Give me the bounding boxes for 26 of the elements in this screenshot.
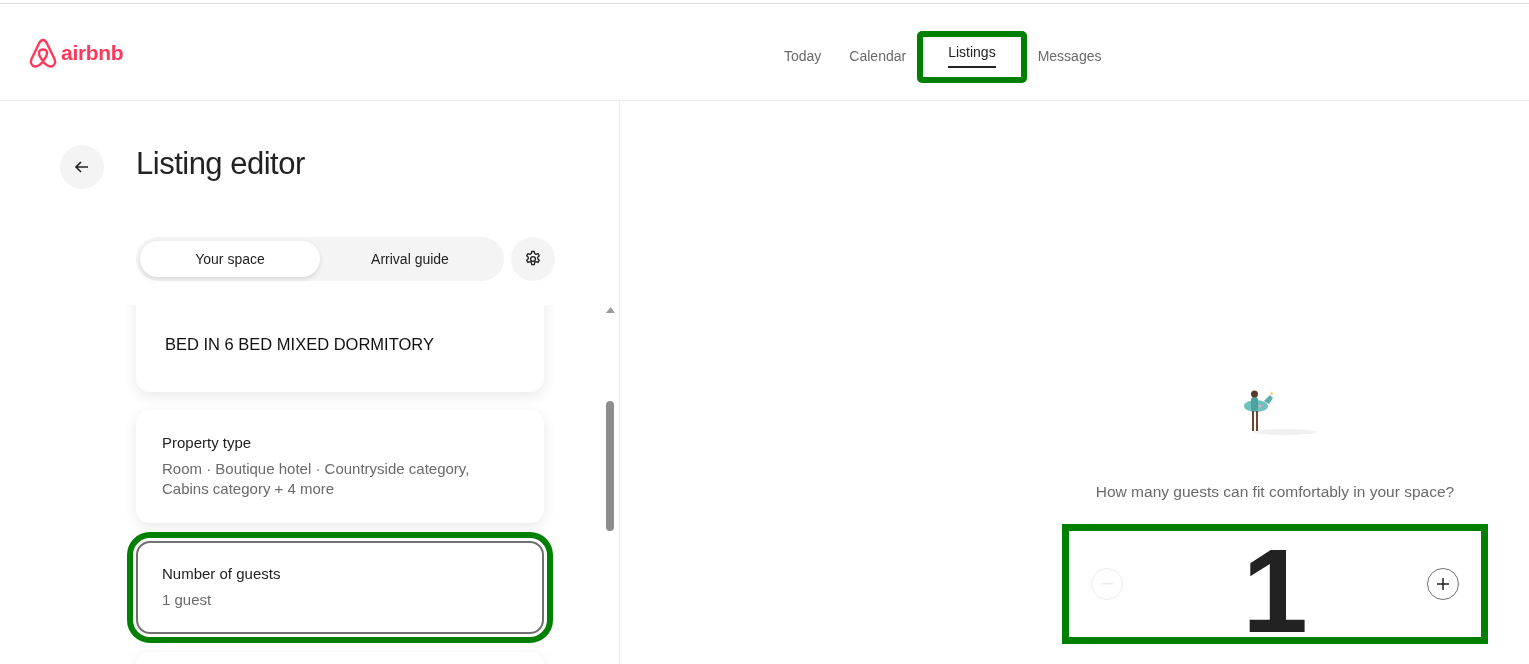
guest-count: 1 [1242,524,1308,646]
segment-tab[interactable]: Arrival guide [320,241,500,277]
nav-tab[interactable]: Calendar [835,38,921,76]
settings-button[interactable] [511,237,555,281]
nav-tab[interactable]: Today [770,38,836,76]
logo-text[interactable]: airbnb [61,41,124,65]
setting-title: Number of guests [162,565,282,582]
setting-card[interactable]: Property type Room · Boutique hotel · Countryside category, Cabins category + 4 more [136,410,544,523]
logo-icon [28,37,58,69]
back-arrow-icon [74,159,90,175]
setting-value: Room · Boutique hotel · Countryside category, Cabins category + 4 more [162,459,471,499]
setting-title: Property type [162,434,253,451]
guest-question: How many guests can fit comfortably in your space? [1095,483,1455,501]
increase-button[interactable] [1427,568,1459,600]
plus-icon [1437,578,1449,590]
nav-tab[interactable]: Messages [1023,38,1116,76]
nav-tab[interactable]: Listings [920,34,1024,80]
setting-value: 1 guest [162,590,213,610]
listing-title-card[interactable]: BED IN 6 BED MIXED DORMITORY [136,305,544,392]
back-button[interactable] [60,145,104,189]
settings-icon [524,250,542,268]
page-title: Listing editor [136,146,305,182]
listing-title: BED IN 6 BED MIXED DORMITORY [165,335,434,354]
scrollbar-thumb[interactable] [606,401,614,531]
scroll-up-icon[interactable] [606,307,615,313]
segment-tab[interactable]: Your space [140,241,320,277]
